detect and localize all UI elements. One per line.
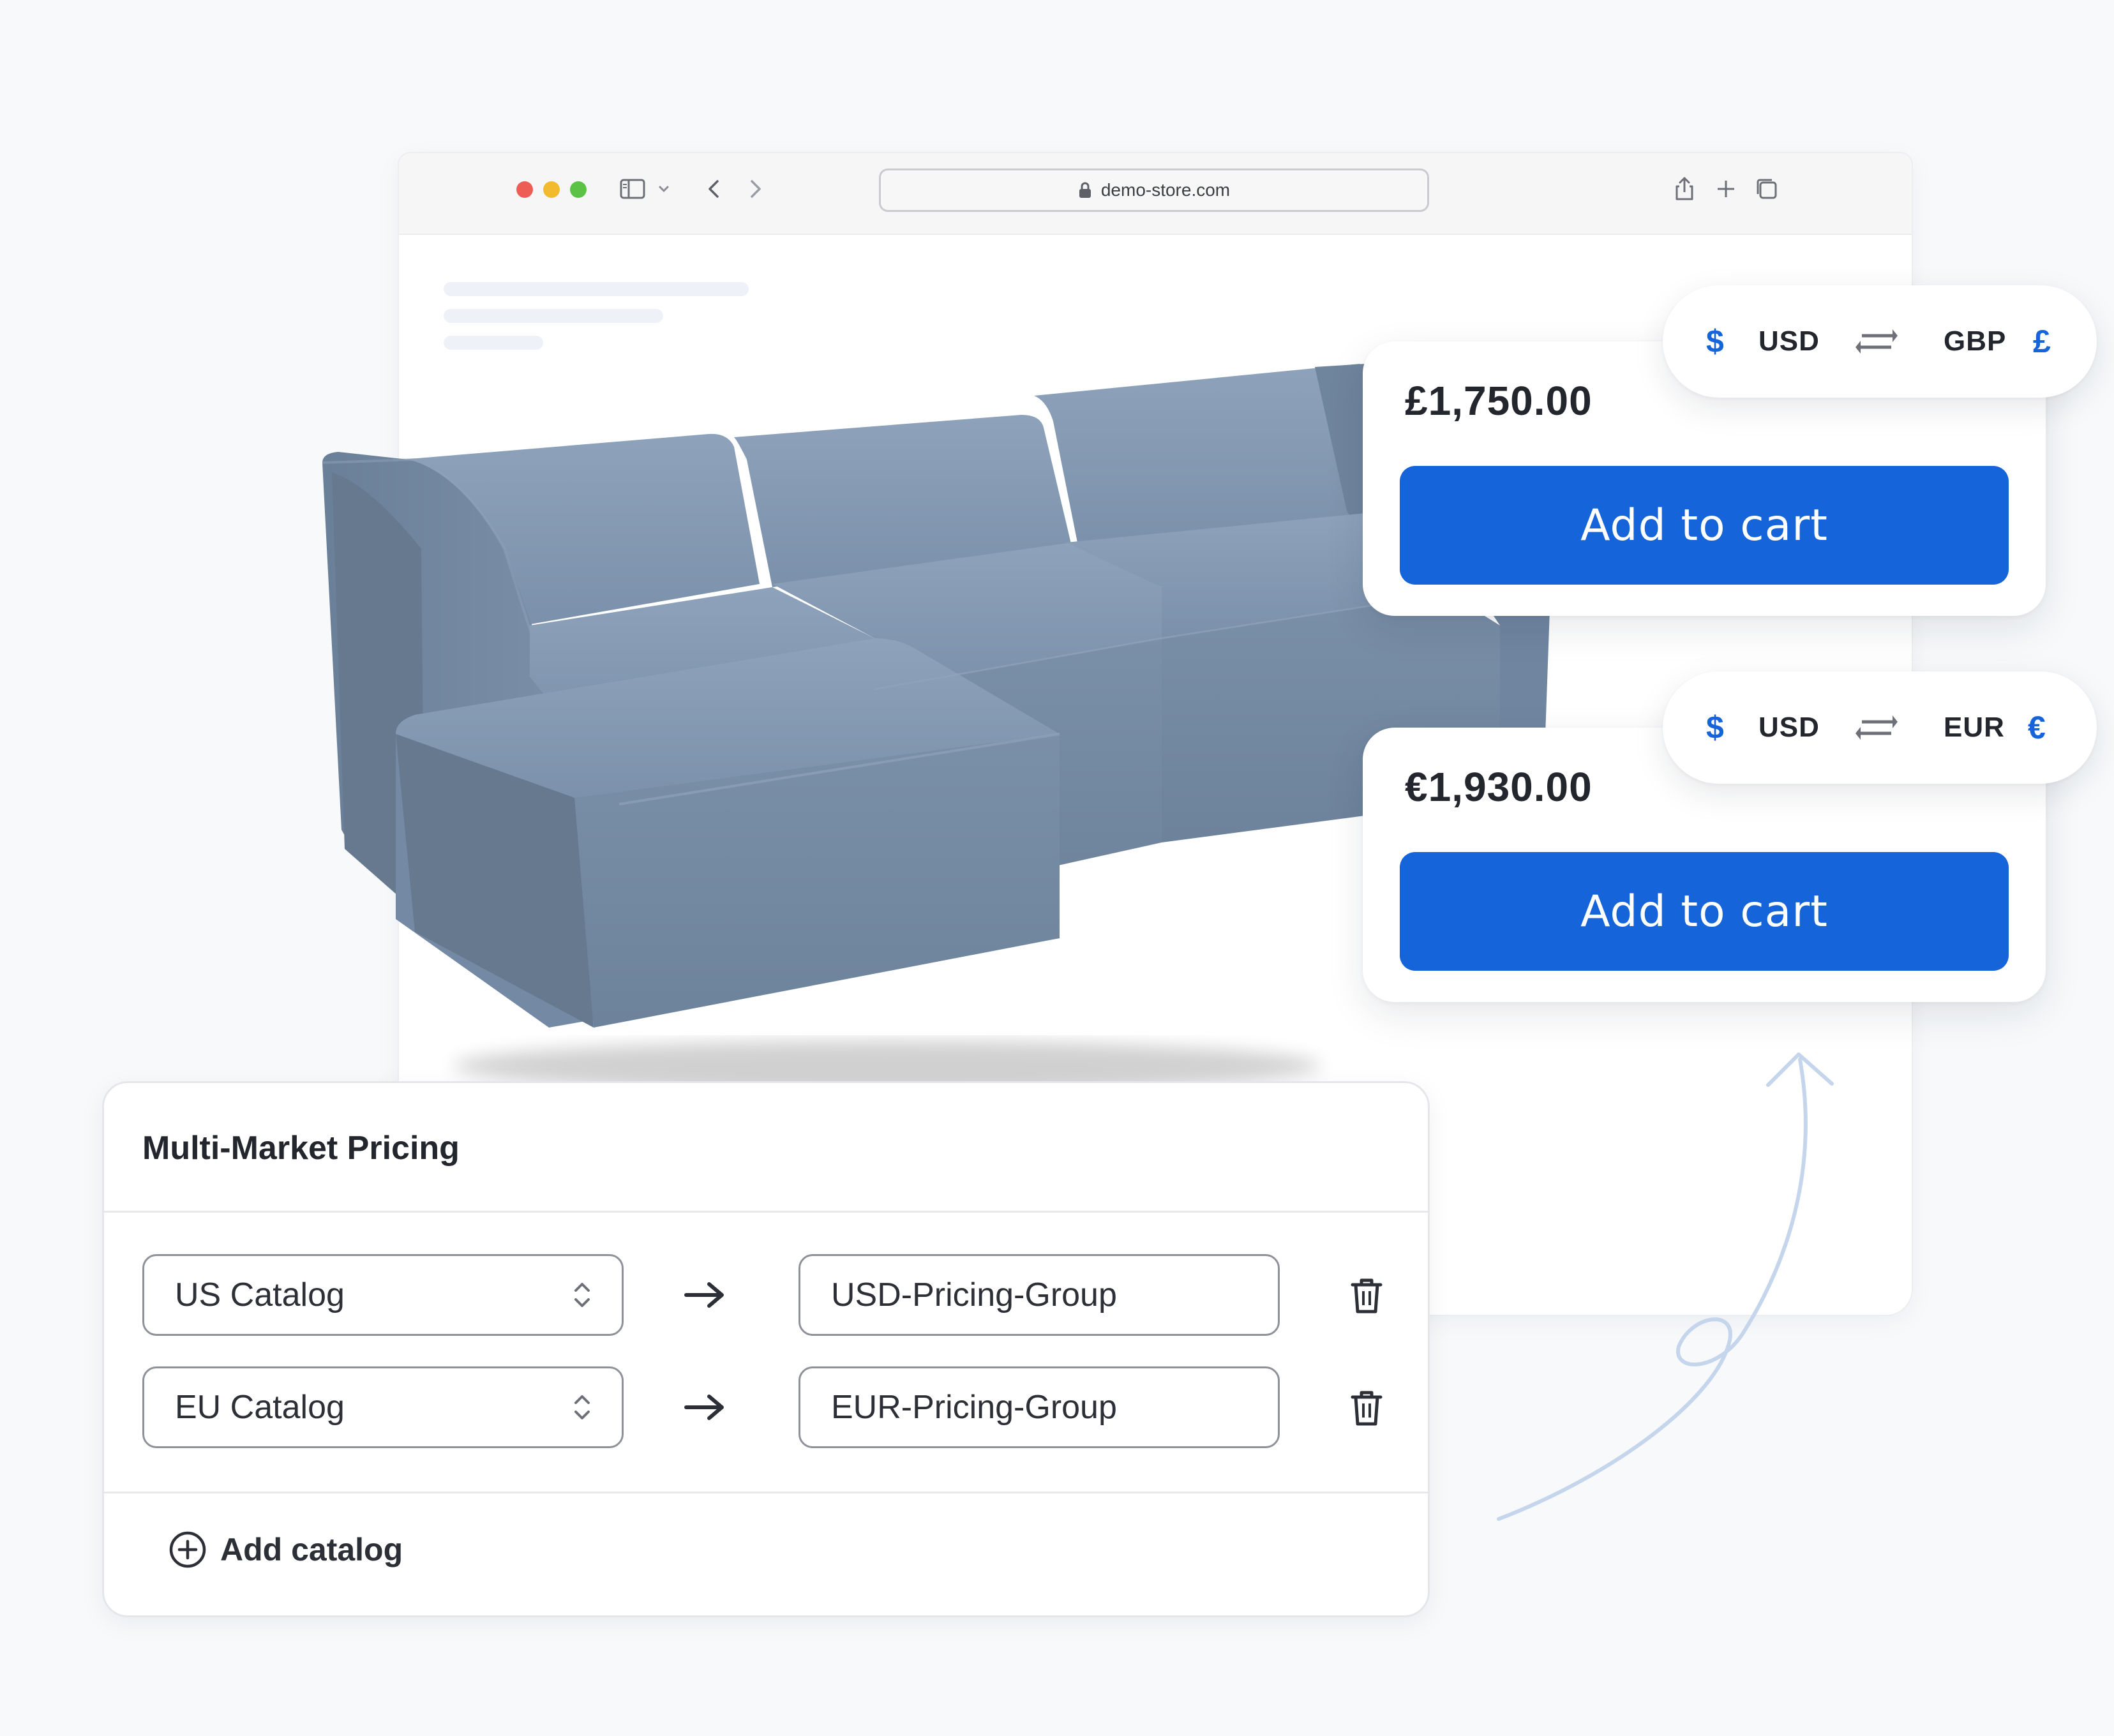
from-currency-code: USD [1758,326,1820,357]
lock-icon [1079,182,1091,198]
chevron-down-icon[interactable] [654,172,673,206]
pricing-group-value: EUR-Pricing-Group [831,1389,1117,1426]
trash-icon[interactable] [1349,1276,1384,1315]
plus-icon[interactable] [1709,172,1743,206]
arrow-right-icon [684,1282,724,1308]
panel-title: Multi-Market Pricing [142,1130,460,1167]
divider [104,1211,1428,1213]
swap-icon [1855,715,1898,740]
dollar-icon: $ [1706,710,1724,745]
add-to-cart-button[interactable]: Add to cart [1400,852,2009,971]
updown-chevron-icon [574,1283,590,1307]
add-catalog-button[interactable]: Add catalog [168,1530,403,1569]
skeleton-line [444,309,663,323]
to-currency-code: GBP [1944,326,2007,357]
updown-chevron-icon [574,1395,590,1419]
add-to-cart-button[interactable]: Add to cart [1400,466,2009,585]
pound-icon: £ [2033,324,2051,359]
arrow-doodle-icon [1497,1052,1834,1521]
currency-switch-usd-eur[interactable]: $ USD EUR € [1663,671,2097,784]
skeleton-line [444,282,749,296]
url-text: demo-store.com [1100,180,1231,200]
back-icon[interactable] [698,172,731,206]
pricing-group-value: USD-Pricing-Group [831,1276,1117,1313]
minimize-window-button[interactable] [543,181,560,198]
pricing-group-field-usd[interactable]: USD-Pricing-Group [798,1254,1280,1336]
multi-market-pricing-panel: Multi-Market Pricing US Catalog USD-Pric… [102,1081,1430,1617]
add-circle-icon [169,1531,206,1568]
divider [104,1492,1428,1493]
catalog-select-value: US Catalog [175,1276,345,1313]
catalog-select-us[interactable]: US Catalog [142,1254,624,1336]
maximize-window-button[interactable] [570,181,587,198]
browser-toolbar: demo-store.com [399,153,1912,235]
forward-icon[interactable] [738,172,772,206]
dollar-icon: $ [1706,324,1724,359]
share-icon[interactable] [1668,172,1701,206]
trash-icon[interactable] [1349,1388,1384,1428]
address-bar[interactable]: demo-store.com [879,168,1429,212]
sidebar-icon[interactable] [616,172,649,206]
tabs-icon[interactable] [1750,172,1783,206]
price-value: £1,750.00 [1405,378,1593,424]
catalog-select-value: EU Catalog [175,1389,345,1426]
arrow-right-icon [684,1395,724,1420]
pricing-group-field-eur[interactable]: EUR-Pricing-Group [798,1366,1280,1448]
skeleton-line [444,336,543,350]
swap-icon [1855,329,1898,354]
from-currency-code: USD [1758,712,1820,743]
close-window-button[interactable] [516,181,533,198]
add-catalog-label: Add catalog [220,1532,403,1568]
currency-switch-usd-gbp[interactable]: $ USD GBP £ [1663,285,2097,398]
to-currency-code: EUR [1944,712,2005,743]
price-value: €1,930.00 [1405,764,1593,810]
catalog-select-eu[interactable]: EU Catalog [142,1366,624,1448]
euro-icon: € [2028,710,2046,745]
canvas: demo-store.com £1,750.00 Add to cart $ U… [0,0,2114,1736]
